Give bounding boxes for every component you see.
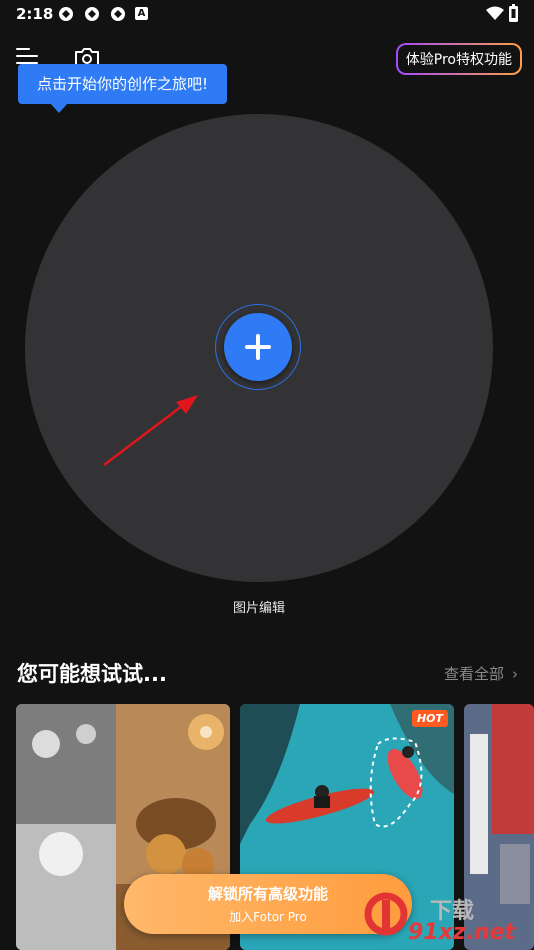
onboarding-tooltip: 点击开始你的创作之旅吧!: [18, 64, 227, 104]
section-title: 您可能想试试...: [17, 662, 167, 686]
try-pro-label: 体验Pro特权功能: [397, 45, 520, 73]
view-all-label: 查看全部: [443, 665, 504, 683]
app-notification-icon: [59, 7, 73, 21]
status-bar: 2:18 A: [0, 0, 534, 28]
wifi-icon: [486, 6, 504, 20]
add-photo-button[interactable]: [224, 313, 292, 381]
battery-icon: [509, 4, 518, 22]
notification-badge: A: [135, 7, 148, 20]
view-all-link[interactable]: 查看全部 ›: [444, 663, 518, 684]
hot-badge: HOT: [412, 710, 448, 727]
watermark-logo-icon: [364, 892, 408, 936]
photo-edit-label: 图片编辑: [232, 601, 285, 616]
status-time: 2:18: [16, 5, 54, 23]
tooltip-pointer: [50, 103, 68, 113]
chevron-right-icon: ›: [512, 665, 518, 683]
app-notification-icon: [111, 7, 125, 21]
template-card-city[interactable]: [464, 704, 534, 950]
city-photo: [464, 704, 534, 950]
watermark-text: 91xz.net: [408, 920, 516, 945]
plus-icon-vertical: [256, 334, 260, 360]
try-pro-button[interactable]: 体验Pro特权功能: [395, 43, 522, 75]
app-notification-icon: [85, 7, 99, 21]
